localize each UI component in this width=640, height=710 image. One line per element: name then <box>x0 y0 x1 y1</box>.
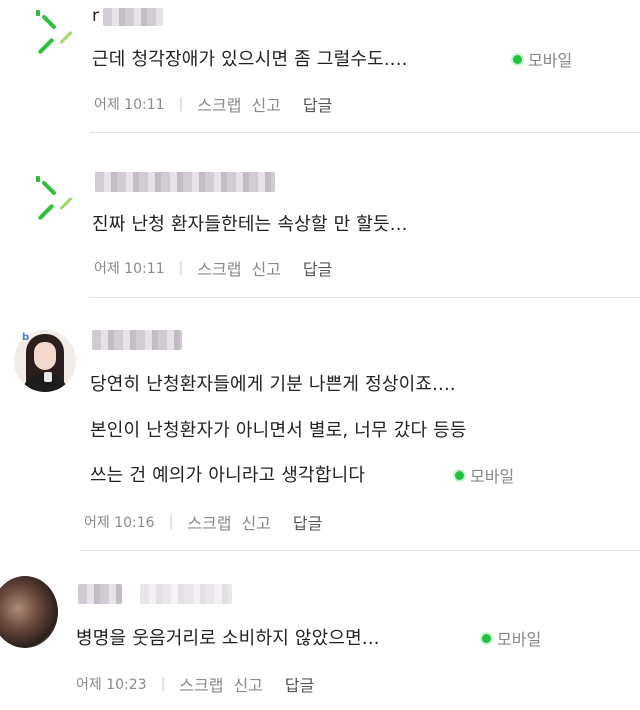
comment-text: 병명을 웃음거리로 소비하지 않았으면... <box>76 628 380 649</box>
scrap-button[interactable]: 스크랩 <box>197 256 241 280</box>
username-blurred[interactable] <box>140 584 232 604</box>
comment-text: 쓰는 건 예의가 아니라고 생각합니다 <box>90 465 366 486</box>
comment-text: 본인이 난청환자가 아니면서 별로, 너무 갔다 등등 <box>90 420 467 441</box>
user-avatar[interactable] <box>0 576 58 648</box>
separator: | <box>160 676 166 692</box>
username-blurred[interactable] <box>92 330 182 350</box>
username-blurred[interactable] <box>78 584 122 604</box>
report-button[interactable]: 신고 <box>241 510 270 534</box>
timestamp: 어제 10:11 <box>94 261 165 277</box>
mobile-badge: 모바일 <box>455 463 514 487</box>
reply-button[interactable]: 답글 <box>303 92 332 116</box>
default-avatar-icon[interactable] <box>26 10 76 60</box>
comment-meta: 어제 10:16 | 스크랩 신고 답글 <box>84 510 322 534</box>
mobile-badge: 모바일 <box>513 47 572 71</box>
comment-meta: 어제 10:23 | 스크랩 신고 답글 <box>76 672 314 696</box>
divider <box>80 550 640 551</box>
mobile-badge: 모바일 <box>482 626 541 650</box>
report-button[interactable]: 신고 <box>233 672 262 696</box>
comment-meta: 어제 10:11 | 스크랩 신고 답글 <box>94 92 332 116</box>
separator: | <box>168 514 174 530</box>
report-button[interactable]: 신고 <box>251 92 280 116</box>
separator: | <box>178 96 184 112</box>
mobile-dot-icon <box>513 54 522 64</box>
timestamp: 어제 10:23 <box>76 677 147 693</box>
comment-text: 당연히 난청환자들에게 기분 나쁜게 정상이죠.... <box>90 374 456 395</box>
mobile-dot-icon <box>482 633 491 643</box>
username-initial[interactable]: r <box>92 6 99 26</box>
separator: | <box>178 260 184 276</box>
reply-button[interactable]: 답글 <box>303 256 332 280</box>
scrap-button[interactable]: 스크랩 <box>179 672 223 696</box>
username-blurred[interactable] <box>95 172 275 192</box>
scrap-button[interactable]: 스크랩 <box>187 510 231 534</box>
reply-button[interactable]: 답글 <box>293 510 322 534</box>
divider <box>90 132 640 133</box>
avatar-badge: b <box>22 332 30 343</box>
scrap-button[interactable]: 스크랩 <box>197 92 241 116</box>
timestamp: 어제 10:16 <box>84 515 155 531</box>
comment-text: 진짜 난청 환자들한테는 속상할 만 할듯... <box>92 214 408 235</box>
default-avatar-icon[interactable] <box>26 176 76 226</box>
timestamp: 어제 10:11 <box>94 97 165 113</box>
mobile-dot-icon <box>455 470 464 480</box>
divider <box>90 297 640 298</box>
report-button[interactable]: 신고 <box>251 256 280 280</box>
username-blurred[interactable] <box>103 8 163 26</box>
reply-button[interactable]: 답글 <box>285 672 314 696</box>
comment-text: 근데 청각장애가 있으시면 좀 그럴수도.... <box>92 49 408 70</box>
comment-meta: 어제 10:11 | 스크랩 신고 답글 <box>94 256 332 280</box>
